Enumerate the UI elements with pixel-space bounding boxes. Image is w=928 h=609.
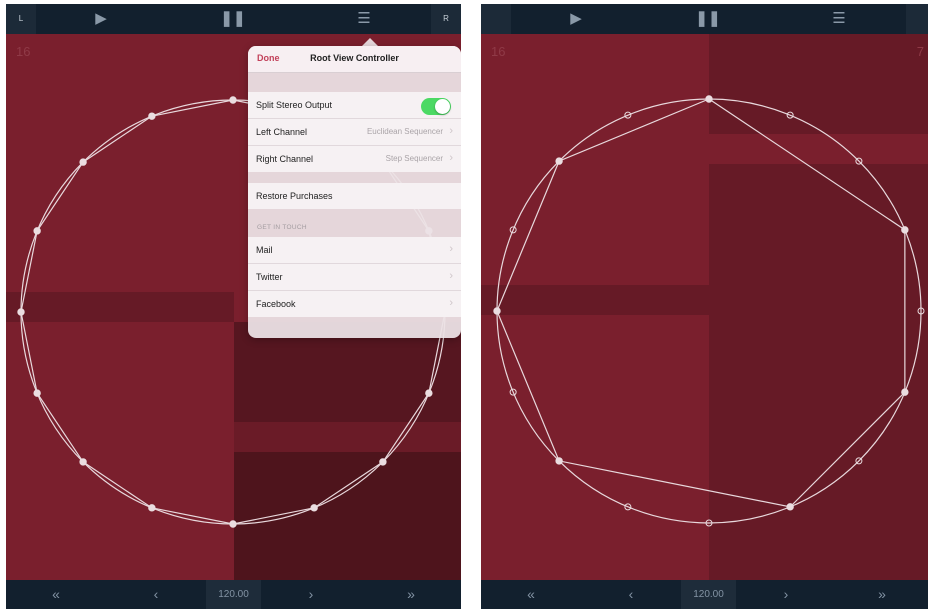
step-dot-active bbox=[555, 157, 563, 165]
purchase-group: Restore Purchases bbox=[248, 183, 461, 209]
pause-icon[interactable]: ❚❚ bbox=[693, 4, 723, 34]
channel-settings-group: Split Stereo Output Left Channel Euclide… bbox=[248, 92, 461, 172]
tempo-down-button[interactable]: ‹ bbox=[581, 580, 681, 609]
right-channel-tag[interactable]: R bbox=[432, 4, 460, 34]
step-dot-active bbox=[33, 389, 41, 397]
step-dot-active bbox=[786, 503, 794, 511]
chevron-right-icon: › bbox=[449, 243, 453, 255]
restore-purchases-row[interactable]: Restore Purchases bbox=[248, 183, 461, 209]
step-dot-active bbox=[229, 96, 237, 104]
right-channel-label: Right Channel bbox=[256, 154, 314, 164]
step-dot-active bbox=[229, 520, 237, 528]
menu-icon[interactable]: ☰ bbox=[349, 4, 379, 34]
left-channel-row[interactable]: Left Channel Euclidean Sequencer › bbox=[248, 119, 461, 146]
chevron-right-icon: › bbox=[449, 270, 453, 282]
step-dot-active bbox=[901, 388, 909, 396]
chevron-right-icon: › bbox=[449, 125, 453, 137]
tempo-up-button[interactable]: › bbox=[736, 580, 836, 609]
top-toolbar: L ▶ ❚❚ ☰ R bbox=[6, 4, 461, 34]
split-stereo-toggle[interactable] bbox=[421, 98, 451, 115]
forward-fast-button[interactable]: » bbox=[836, 580, 928, 609]
play-icon[interactable]: ▶ bbox=[86, 4, 116, 34]
toggle-knob bbox=[435, 99, 450, 114]
step-dot-active bbox=[425, 389, 433, 397]
get-in-touch-header: GET IN TOUCH bbox=[257, 224, 307, 231]
popover-title: Root View Controller bbox=[310, 53, 399, 63]
euclidean-wheel[interactable] bbox=[481, 4, 928, 609]
left-screen: 16 L ▶ ❚❚ ☰ R « ‹ 120.00 › » Root View C… bbox=[6, 4, 461, 609]
tempo-display: 120.00 bbox=[681, 580, 736, 609]
right-channel-row[interactable]: Right Channel Step Sequencer › bbox=[248, 146, 461, 172]
left-channel-value: Euclidean Sequencer bbox=[366, 127, 443, 136]
step-dot-active bbox=[310, 504, 318, 512]
step-dot-active bbox=[148, 504, 156, 512]
tempo-down-button[interactable]: ‹ bbox=[106, 580, 206, 609]
chevron-right-icon: › bbox=[449, 152, 453, 164]
mail-row[interactable]: Mail › bbox=[248, 237, 461, 264]
step-dot-active bbox=[79, 158, 87, 166]
bottom-toolbar: « ‹ 120.00 › » bbox=[481, 580, 928, 609]
step-dot-active bbox=[79, 458, 87, 466]
step-dot-active bbox=[379, 458, 387, 466]
right-screen: 16 7 ▶ ❚❚ ☰ « ‹ 120.00 › » bbox=[481, 4, 928, 609]
chevron-right-icon: › bbox=[449, 297, 453, 309]
facebook-label: Facebook bbox=[256, 299, 296, 309]
tempo-up-button[interactable]: › bbox=[261, 580, 361, 609]
split-stereo-row: Split Stereo Output bbox=[248, 92, 461, 119]
step-dot-active bbox=[148, 112, 156, 120]
play-icon[interactable]: ▶ bbox=[561, 4, 591, 34]
step-dot-active bbox=[493, 307, 501, 315]
mail-label: Mail bbox=[256, 245, 273, 255]
facebook-row[interactable]: Facebook › bbox=[248, 291, 461, 317]
pause-icon[interactable]: ❚❚ bbox=[218, 4, 248, 34]
twitter-label: Twitter bbox=[256, 272, 283, 282]
popover-header: Root View Controller Done bbox=[248, 46, 461, 73]
rewind-fast-button[interactable]: « bbox=[6, 580, 106, 609]
menu-icon[interactable]: ☰ bbox=[824, 4, 854, 34]
settings-popover: Root View Controller Done Split Stereo O… bbox=[248, 46, 461, 338]
restore-purchases-label: Restore Purchases bbox=[256, 191, 333, 201]
forward-fast-button[interactable]: » bbox=[361, 580, 461, 609]
step-dot-active bbox=[901, 226, 909, 234]
top-toolbar: ▶ ❚❚ ☰ bbox=[481, 4, 928, 34]
tempo-display: 120.00 bbox=[206, 580, 261, 609]
done-button[interactable]: Done bbox=[257, 53, 280, 63]
left-channel-label: Left Channel bbox=[256, 127, 308, 137]
contact-group: Mail › Twitter › Facebook › bbox=[248, 237, 461, 317]
split-stereo-label: Split Stereo Output bbox=[256, 100, 333, 110]
right-channel-value: Step Sequencer bbox=[385, 154, 443, 163]
popover-arrow bbox=[362, 38, 378, 46]
left-channel-tag[interactable]: L bbox=[7, 4, 35, 34]
bottom-toolbar: « ‹ 120.00 › » bbox=[6, 580, 461, 609]
step-dot-active bbox=[17, 308, 25, 316]
step-dot-active bbox=[705, 95, 713, 103]
step-dot-active bbox=[555, 457, 563, 465]
step-dot-active bbox=[33, 227, 41, 235]
rewind-fast-button[interactable]: « bbox=[481, 580, 581, 609]
twitter-row[interactable]: Twitter › bbox=[248, 264, 461, 291]
